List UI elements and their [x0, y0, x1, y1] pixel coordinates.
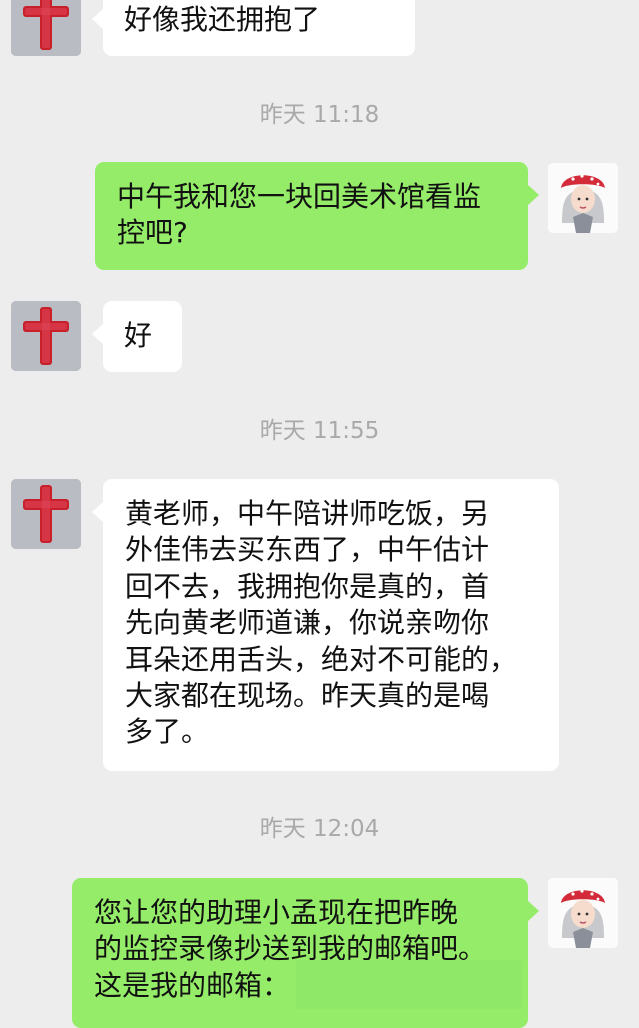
girl-red-beret-avatar-icon [548, 878, 618, 948]
red-cross-avatar-icon [11, 301, 81, 371]
message-text: 好 [124, 319, 153, 352]
message-bubble-outgoing[interactable]: 中午我和您一块回美术馆看监 控吧? [95, 162, 539, 270]
timestamp: 昨天 11:18 [259, 102, 380, 128]
red-cross-avatar-icon [11, 479, 81, 549]
message-text: 您让您的助理小孟现在把昨晚 的监控录像抄送到我的邮箱吧。 这是我的邮箱： [94, 896, 487, 1002]
contact-avatar[interactable] [11, 301, 81, 371]
red-cross-avatar-icon [11, 0, 81, 56]
message-text: 好像我还拥抱了 [124, 3, 321, 36]
contact-avatar[interactable] [11, 0, 81, 56]
message-bubble-outgoing[interactable]: 您让您的助理小孟现在把昨晚 的监控录像抄送到我的邮箱吧。 这是我的邮箱： [72, 878, 539, 1028]
message-bubble-incoming[interactable]: 好像我还拥抱了 [92, 0, 415, 56]
message-text: 中午我和您一块回美术馆看监 控吧? [117, 180, 482, 250]
my-avatar[interactable] [548, 878, 618, 948]
contact-avatar[interactable] [11, 479, 81, 549]
message-bubble-incoming[interactable]: 好 [92, 301, 182, 372]
timestamp: 昨天 12:04 [259, 816, 380, 842]
timestamp: 昨天 11:55 [259, 418, 380, 444]
message-bubble-incoming[interactable]: 黄老师，中午陪讲师吃饭，另 外佳伟去买东西了，中午估计 回不去，我拥抱你是真的，… [92, 479, 559, 771]
my-avatar[interactable] [548, 163, 618, 233]
girl-red-beret-avatar-icon [548, 163, 618, 233]
message-text: 黄老师，中午陪讲师吃饭，另 外佳伟去买东西了，中午估计 回不去，我拥抱你是真的，… [125, 497, 518, 749]
